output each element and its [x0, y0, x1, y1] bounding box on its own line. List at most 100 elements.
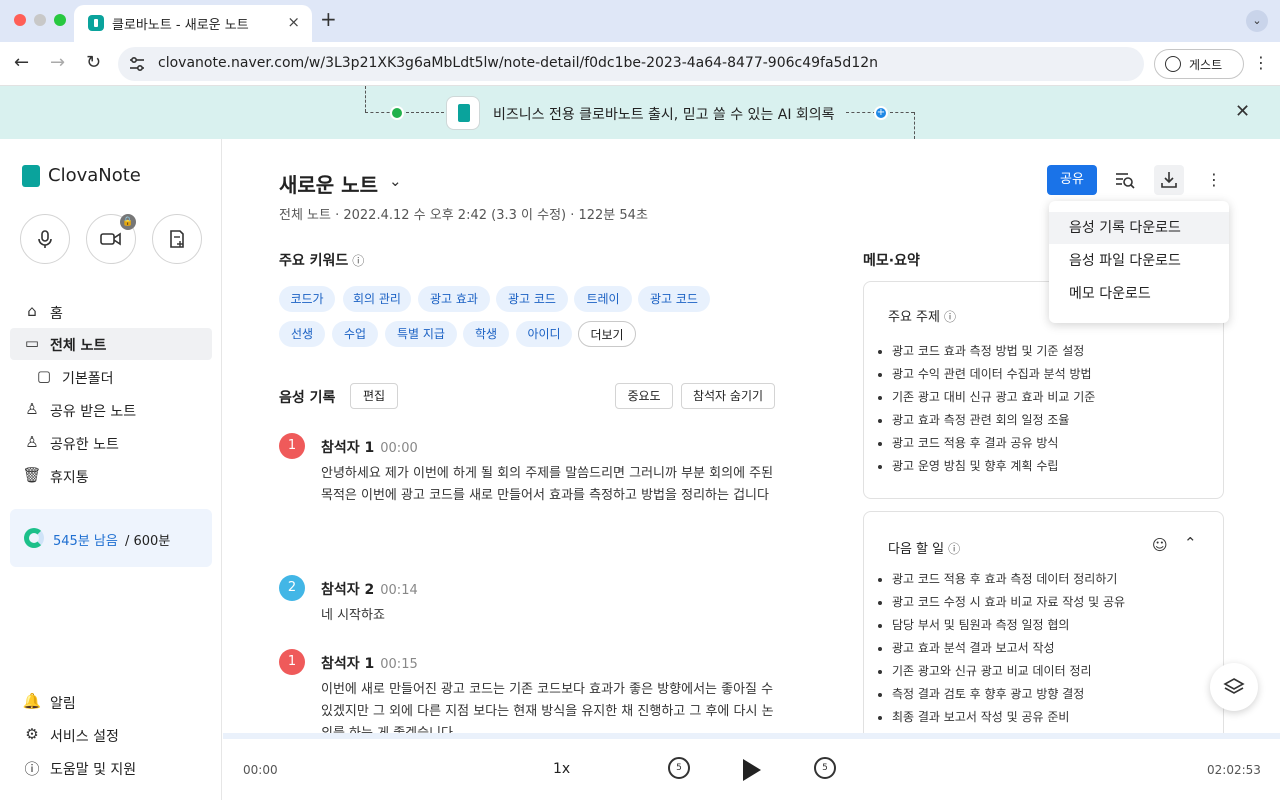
chevron-up-icon[interactable]: ⌃ — [1184, 534, 1197, 552]
sidebar-item-home[interactable]: ⌂ 홈 — [10, 296, 212, 328]
transcript-entry[interactable]: 1 참석자 1 00:15 이번에 새로 만들어진 광고 코드는 기존 코드보다 … — [279, 649, 809, 733]
folder-icon: ▢ — [36, 367, 52, 385]
memo-heading: 메모·요약 — [863, 253, 920, 269]
keyword-chip[interactable]: 수업 — [332, 321, 378, 347]
chevron-down-icon[interactable]: ⌄ — [389, 172, 402, 190]
keyword-chip[interactable]: 광고 효과 — [418, 286, 490, 312]
list-item: 광고 코드 효과 측정 방법 및 기준 설정 — [892, 340, 1095, 363]
todos-card: 다음 할 일ⓘ ☺ ⌃ 광고 코드 적용 후 효과 측정 데이터 정리하기 광고… — [863, 511, 1224, 741]
layers-button[interactable] — [1210, 663, 1258, 711]
timestamp[interactable]: 00:14 — [380, 583, 417, 598]
profile-button[interactable]: 게스트 — [1154, 49, 1244, 79]
sidebar-item-trash[interactable]: 🗑 휴지통 — [10, 460, 212, 492]
download-audio-item[interactable]: 음성 파일 다운로드 — [1049, 245, 1229, 277]
sidebar-item-label: 휴지통 — [50, 470, 89, 486]
sidebar-item-notifications[interactable]: 🔔 알림 — [10, 686, 212, 718]
speaker-label: 참석자 1 — [321, 440, 375, 456]
sidebar-item-all-notes[interactable]: ▭ 전체 노트 — [10, 328, 212, 360]
close-banner-icon[interactable]: ✕ — [1235, 101, 1250, 122]
file-add-icon — [170, 230, 184, 248]
sidebar-item-label: 공유한 노트 — [50, 437, 119, 453]
tab-search-icon[interactable]: ⌄ — [1246, 10, 1268, 32]
keyword-chip[interactable]: 선생 — [279, 321, 325, 347]
audio-player: 00:00 1x 5 5 02:02:53 — [223, 733, 1280, 800]
list-item: 광고 코드 수정 시 효과 비교 자료 작성 및 공유 — [892, 591, 1125, 614]
info-icon[interactable]: ⓘ — [944, 310, 956, 324]
sidebar-item-label: 전체 노트 — [50, 338, 107, 354]
gear-icon: ⚙ — [25, 725, 39, 743]
browser-tab[interactable]: 클로바노트 - 새로운 노트 × — [74, 5, 312, 42]
keyword-chip[interactable]: 광고 코드 — [496, 286, 568, 312]
timestamp[interactable]: 00:00 — [380, 441, 417, 456]
sidebar-item-shared-with-me[interactable]: ♙ 공유 받은 노트 — [10, 394, 212, 426]
microphone-icon — [38, 230, 52, 248]
minimize-window-button[interactable] — [34, 14, 46, 26]
usage-quota[interactable]: 545분 남음 / 600분 — [10, 509, 212, 567]
banner-decoration — [890, 112, 914, 113]
record-button[interactable] — [20, 214, 70, 264]
download-transcript-item[interactable]: 음성 기록 다운로드 — [1049, 212, 1229, 244]
keyword-chip[interactable]: 특별 지급 — [385, 321, 457, 347]
back-icon[interactable]: ← — [14, 52, 29, 73]
clovanote-favicon-icon — [88, 15, 104, 31]
forward-5-icon[interactable]: 5 — [814, 757, 836, 779]
maximize-window-button[interactable] — [54, 14, 66, 26]
quota-ring-icon — [24, 528, 44, 548]
note-title[interactable]: 새로운 노트 — [279, 169, 378, 198]
banner-decoration — [406, 112, 444, 113]
timestamp[interactable]: 00:15 — [380, 657, 417, 672]
more-keywords-button[interactable]: 더보기 — [578, 321, 636, 347]
topics-title: 주요 주제 ⓘ — [888, 306, 956, 325]
play-icon[interactable] — [743, 759, 761, 781]
keyword-chip[interactable]: 코드가 — [279, 286, 335, 312]
todos-list: 광고 코드 적용 후 효과 측정 데이터 정리하기 광고 코드 수정 시 효과 … — [892, 568, 1125, 729]
bell-icon: 🔔 — [22, 692, 42, 710]
sidebar-item-help[interactable]: ⓘ 도움말 및 지원 — [10, 752, 212, 784]
inbox-icon: ▭ — [24, 334, 40, 352]
edit-button[interactable]: 편집 — [350, 383, 398, 409]
playback-speed-button[interactable]: 1x — [553, 761, 570, 777]
search-transcript-button[interactable] — [1110, 165, 1140, 195]
keyword-chip[interactable]: 학생 — [463, 321, 509, 347]
transcript-entry[interactable]: 1 참석자 1 00:00 안녕하세요 제가 이번에 하게 될 회의 주제를 말씀… — [279, 433, 809, 553]
quota-remaining: 545분 남음 — [53, 534, 118, 549]
tab-title: 클로바노트 - 새로운 노트 — [112, 18, 249, 33]
close-tab-icon[interactable]: × — [287, 13, 300, 31]
transcript-text[interactable]: 안녕하세요 제가 이번에 하게 될 회의 주제를 말씀드리면 그러니까 부분 회… — [321, 463, 781, 507]
banner-decoration — [365, 86, 366, 112]
list-item: 측정 결과 검토 후 향후 광고 방향 결정 — [892, 683, 1125, 706]
current-time: 00:00 — [243, 763, 278, 777]
upload-file-button[interactable] — [152, 214, 202, 264]
hide-participants-button[interactable]: 참석자 숨기기 — [681, 383, 775, 409]
sidebar: ClovaNote 🔒 ⌂ 홈 ▭ 전체 노트 ▢ 기본폴더 ♙ 공유 받은 노… — [0, 139, 222, 800]
keyword-chip[interactable]: 광고 코드 — [638, 286, 710, 312]
keyword-chip[interactable]: 회의 관리 — [343, 286, 411, 312]
sidebar-item-label: 도움말 및 지원 — [50, 762, 137, 778]
transcript-text[interactable]: 네 시작하죠 — [321, 605, 781, 627]
banner-text[interactable]: 비즈니스 전용 클로바노트 출시, 믿고 쓸 수 있는 AI 회의록 — [493, 104, 835, 124]
share-button[interactable]: 공유 — [1047, 165, 1097, 195]
new-tab-button[interactable]: + — [320, 7, 337, 31]
sidebar-item-settings[interactable]: ⚙ 서비스 설정 — [10, 719, 212, 751]
keyword-chip[interactable]: 아이디 — [516, 321, 572, 347]
forward-icon[interactable]: → — [50, 52, 65, 73]
download-memo-item[interactable]: 메모 다운로드 — [1049, 278, 1229, 310]
transcript-entry[interactable]: 2 참석자 2 00:14 네 시작하죠 — [279, 575, 809, 625]
browser-menu-icon[interactable]: ⋮ — [1253, 53, 1269, 72]
keyword-chip[interactable]: 트레이 — [574, 286, 632, 312]
close-window-button[interactable] — [14, 14, 26, 26]
sidebar-item-default-folder[interactable]: ▢ 기본폴더 — [22, 361, 212, 393]
reload-icon[interactable]: ↻ — [86, 52, 101, 73]
transcript-text[interactable]: 이번에 새로 만들어진 광고 코드는 기존 코드보다 효과가 좋은 방향에서는 … — [321, 679, 781, 733]
info-icon[interactable]: ⓘ — [352, 254, 364, 268]
sidebar-item-shared-by-me[interactable]: ♙ 공유한 노트 — [10, 427, 212, 459]
site-settings-icon[interactable] — [128, 55, 146, 73]
address-bar[interactable]: clovanote.naver.com/w/3L3p21XK3g6aMbLdt5… — [118, 47, 1144, 81]
clovanote-app-icon — [446, 96, 480, 130]
download-button[interactable] — [1154, 165, 1184, 195]
info-icon[interactable]: ⓘ — [948, 542, 960, 556]
importance-button[interactable]: 중요도 — [615, 383, 673, 409]
more-options-icon[interactable]: ⋮ — [1199, 165, 1229, 195]
rewind-5-icon[interactable]: 5 — [668, 757, 690, 779]
emoji-feedback-icon[interactable]: ☺ — [1152, 536, 1168, 554]
